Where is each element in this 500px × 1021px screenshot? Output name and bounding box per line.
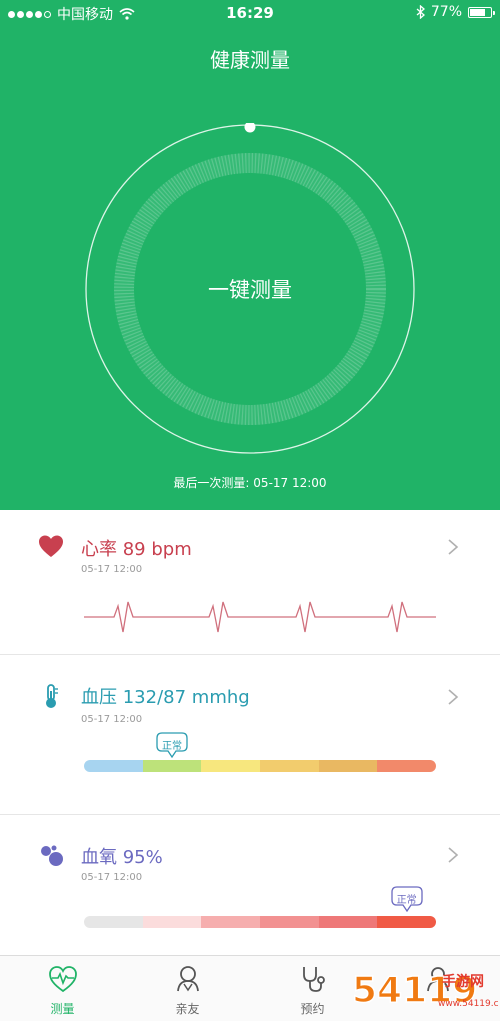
blood-oxygen-card[interactable]: 血氧 95% 05-17 12:00 正常 [0, 815, 500, 955]
battery-percent: 77% [430, 4, 462, 20]
tab-measure[interactable]: 测量 [0, 956, 125, 1021]
battery-icon [468, 6, 495, 18]
one-tap-measure-button[interactable]: 一键测量 [0, 274, 500, 304]
heart-rate-value: 89 bpm [122, 539, 192, 560]
blood-oxygen-scale-bar [84, 916, 436, 928]
scale-segment [84, 916, 143, 928]
heart-rate-card[interactable]: 心率 89 bpm 05-17 12:00 [0, 510, 500, 655]
blood-pressure-title: 血压 132/87 mmhg [81, 683, 250, 709]
blood-oxygen-value: 95% [122, 847, 163, 868]
last-measure-info: 最后一次测量: 05-17 12:00 [0, 474, 500, 491]
heart-rate-time: 05-17 12:00 [81, 564, 143, 575]
thermometer-icon [46, 684, 58, 708]
scale-segment [318, 760, 378, 772]
scale-segment [201, 760, 261, 772]
status-badge-label: 正常 [396, 895, 417, 906]
scale-segment [84, 760, 143, 772]
scale-segment [201, 916, 261, 928]
blood-pressure-time: 05-17 12:00 [81, 714, 143, 725]
stethoscope-icon [302, 967, 325, 992]
chevron-right-icon[interactable] [446, 689, 460, 705]
tab-friends[interactable]: 亲友 [125, 956, 250, 1021]
svg-text:手游网: 手游网 [442, 973, 484, 990]
status-bar: 中国移动 16:29 77% [0, 0, 500, 26]
blood-pressure-scale-bar [84, 760, 436, 772]
tab-label: 测量 [50, 1002, 75, 1016]
scale-segment [318, 916, 378, 928]
heart-rate-title: 心率 89 bpm [81, 535, 192, 561]
status-badge: 正常 [156, 732, 188, 758]
molecule-icon [41, 845, 63, 866]
svg-text:www.54119.cn: www.54119.cn [438, 999, 498, 1009]
chevron-right-icon[interactable] [446, 539, 460, 555]
heart-icon [39, 535, 63, 557]
friends-icon [176, 966, 199, 992]
blood-pressure-value: 132/87 mmhg [122, 687, 250, 708]
blood-oxygen-time: 05-17 12:00 [81, 872, 143, 883]
page-title: 健康测量 [210, 48, 290, 72]
measure-header: 中国移动 16:29 77% 健康测量 一键测量 最后一次测量: 05-17 1… [0, 0, 500, 510]
last-measure-label: 最后一次测量: [173, 476, 250, 490]
chevron-right-icon[interactable] [446, 847, 460, 863]
blood-pressure-card[interactable]: 血压 132/87 mmhg 05-17 12:00 正常 [0, 655, 500, 815]
last-measure-time: 05-17 12:00 [253, 476, 327, 490]
scale-segment [377, 916, 436, 928]
watermark-logo: 54119 手游网 www.54119.cn [351, 969, 498, 1012]
tab-label: 亲友 [175, 1002, 200, 1016]
scale-segment [260, 760, 319, 772]
bluetooth-icon [416, 5, 425, 19]
ring-indicator-dot [244, 123, 256, 133]
blood-pressure-label: 血压 [81, 687, 117, 708]
scale-segment [260, 916, 319, 928]
scale-segment [377, 760, 436, 772]
status-badge-label: 正常 [162, 741, 182, 752]
blood-oxygen-label: 血氧 [81, 847, 117, 868]
scale-segment [142, 760, 202, 772]
blood-oxygen-title: 血氧 95% [81, 843, 163, 869]
heart-rate-waveform [84, 601, 436, 633]
battery-level [470, 8, 486, 16]
scale-segment [142, 916, 202, 928]
heart-monitor-icon [48, 966, 77, 993]
status-right: 77% [416, 4, 495, 20]
status-badge: 正常 [391, 886, 423, 912]
heart-rate-label: 心率 [81, 539, 117, 560]
